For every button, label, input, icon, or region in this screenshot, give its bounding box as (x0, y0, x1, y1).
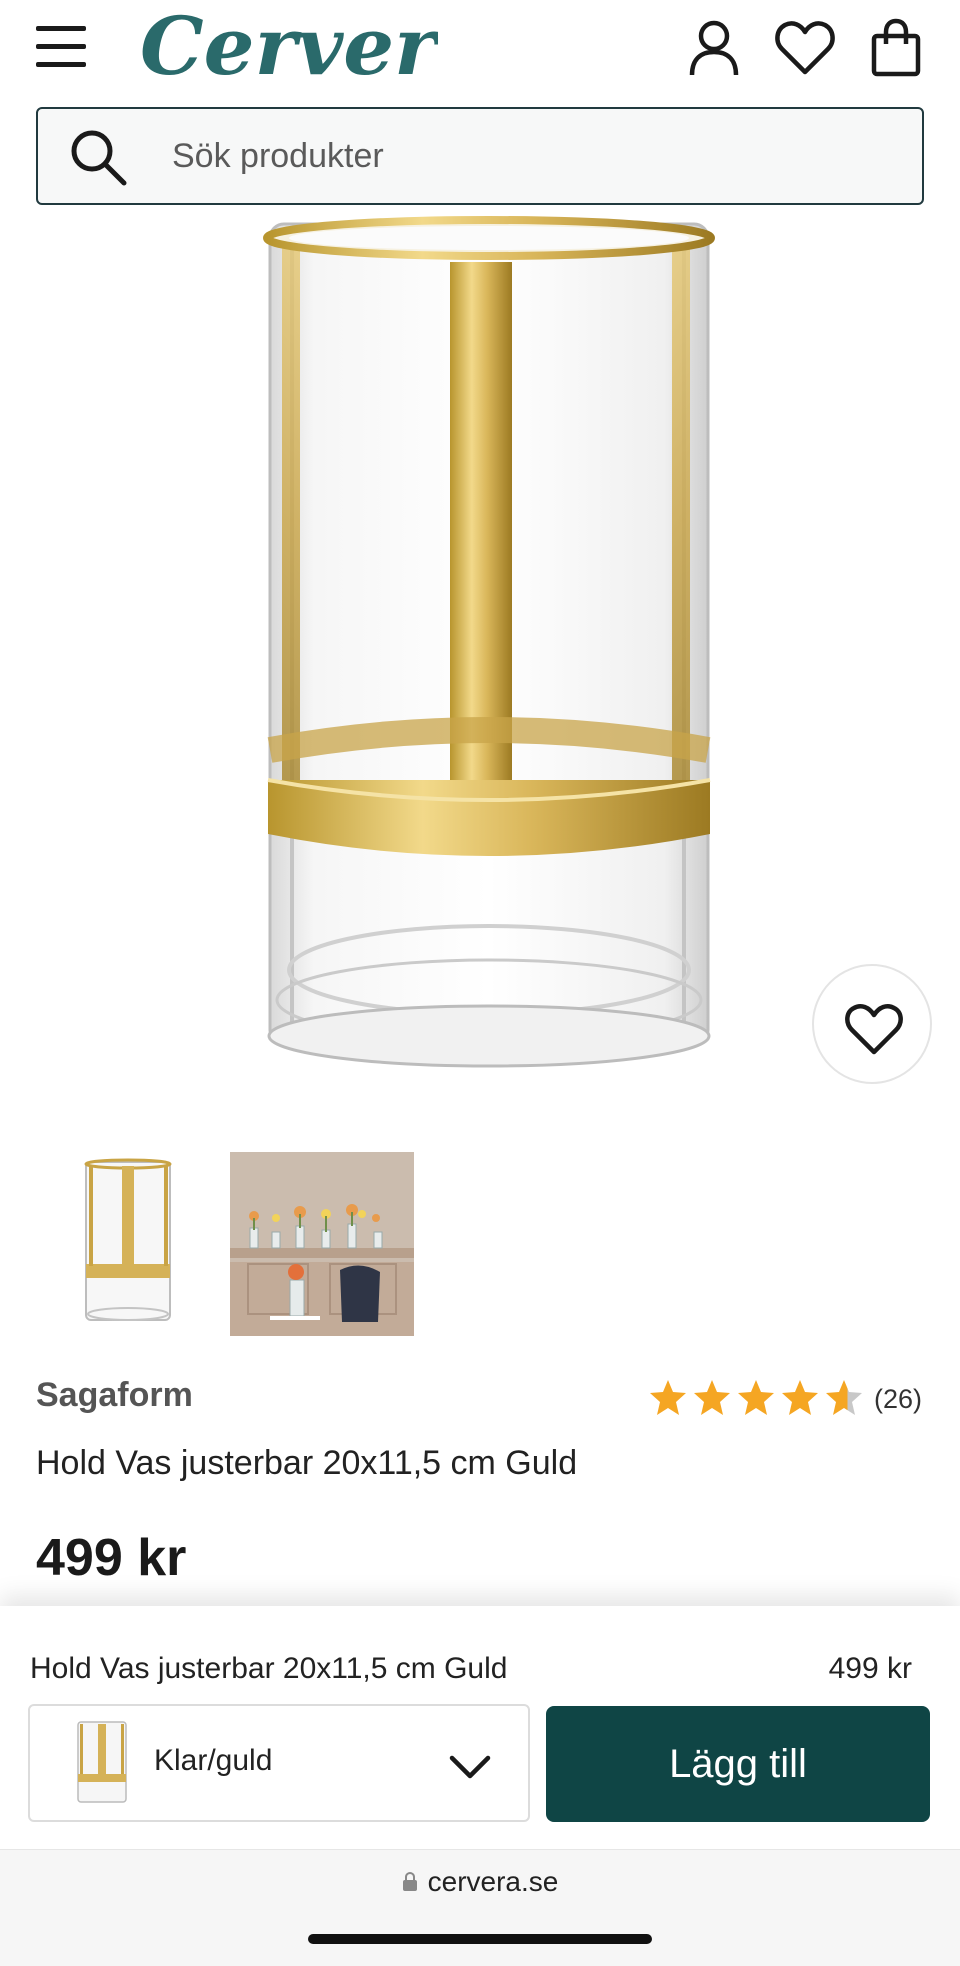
search-icon[interactable] (68, 127, 130, 189)
search-bar[interactable] (36, 107, 924, 205)
product-main-image[interactable] (0, 210, 960, 1090)
browser-address-bar: cervera.se (0, 1850, 960, 1966)
logo[interactable]: Cervera (138, 0, 488, 93)
heart-icon (845, 1004, 903, 1055)
rating-count: (26) (874, 1384, 923, 1414)
menu-icon[interactable] (34, 22, 88, 72)
sticky-product-price: 499 kr (828, 1652, 912, 1685)
variant-label: Klar/guld (154, 1744, 273, 1777)
add-to-cart-button[interactable]: Lägg till (546, 1706, 930, 1822)
user-icon[interactable] (684, 18, 744, 78)
url-text: cervera.se (427, 1866, 559, 1897)
lock-icon (402, 1872, 417, 1891)
product-brand[interactable]: Sagaform (36, 1376, 193, 1415)
thumbnail-vase-product[interactable] (36, 1152, 220, 1336)
product-price: 499 kr (36, 1529, 187, 1587)
variant-thumbnail (77, 1721, 127, 1803)
heart-icon[interactable] (774, 18, 835, 78)
variant-select[interactable]: Klar/guld (28, 1704, 530, 1822)
chevron-down-icon (449, 1755, 491, 1779)
product-title: Hold Vas justerbar 20x11,5 cm Guld (36, 1444, 578, 1482)
half-star-icon (826, 1380, 862, 1415)
sticky-product-name: Hold Vas justerbar 20x11,5 cm Guld (30, 1652, 508, 1685)
star-icon (782, 1380, 818, 1415)
star-icon (650, 1380, 686, 1415)
star-icon (694, 1380, 730, 1415)
product-rating[interactable]: (26) (648, 1378, 928, 1424)
svg-text:Cervera: Cervera (140, 0, 438, 90)
sticky-add-to-cart-bar: Hold Vas justerbar 20x11,5 cm Guld 499 k… (0, 1606, 960, 1850)
search-input[interactable] (172, 131, 872, 181)
thumbnail-vase-lifestyle[interactable] (230, 1152, 414, 1336)
home-indicator[interactable] (308, 1934, 652, 1944)
site-header: Cervera (0, 0, 960, 100)
add-to-favorites-button[interactable] (812, 964, 932, 1084)
bag-icon[interactable] (866, 18, 926, 78)
url-display[interactable]: cervera.se (0, 1866, 960, 1898)
star-icon (738, 1380, 774, 1415)
